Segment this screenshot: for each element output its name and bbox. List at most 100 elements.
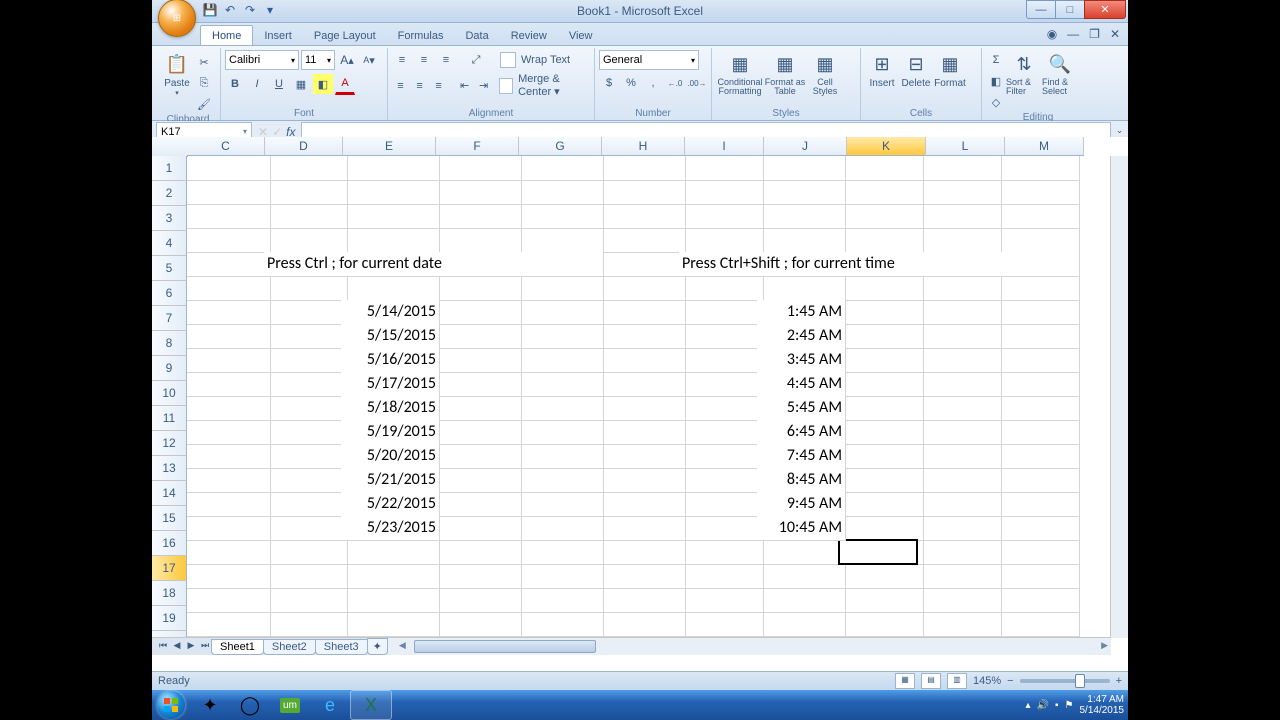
row-header[interactable]: 7 [152,306,187,331]
tab-data[interactable]: Data [454,26,499,45]
sheet-tab-1[interactable]: Sheet1 [211,639,264,655]
cell[interactable] [341,180,440,205]
cell[interactable] [341,228,440,253]
cell[interactable] [995,204,1080,229]
row-header[interactable]: 5 [152,256,187,281]
cell[interactable] [264,228,348,253]
cell[interactable]: 5/20/2015 [341,444,440,469]
cell[interactable] [757,276,846,301]
qat-dropdown-icon[interactable]: ▾ [262,2,278,18]
align-middle-button[interactable]: ≡ [414,50,434,70]
tab-review[interactable]: Review [500,26,558,45]
cell[interactable] [917,540,1002,565]
fill-color-button[interactable]: ◧ [313,74,333,94]
cell[interactable]: 5/21/2015 [341,468,440,493]
merge-center-button[interactable]: Merge & Center ▾ [518,73,590,98]
cell[interactable] [679,276,764,301]
cell[interactable] [679,540,764,565]
cell[interactable] [679,348,764,373]
cell[interactable] [839,300,924,325]
cell[interactable] [433,468,522,493]
row-header[interactable]: 2 [152,181,187,206]
cell[interactable] [995,396,1080,421]
column-header[interactable]: L [926,137,1005,156]
cell[interactable] [917,156,1002,181]
cell[interactable] [433,612,522,637]
cell[interactable] [187,444,271,469]
cell[interactable] [433,300,522,325]
cell[interactable] [839,588,924,613]
cell[interactable] [995,348,1080,373]
cell[interactable] [995,156,1080,181]
cell[interactable] [597,324,686,349]
cell[interactable] [264,348,348,373]
taskbar-item-chrome[interactable]: ◯ [230,691,270,719]
minimize-button[interactable]: — [1026,0,1056,19]
help-icon[interactable]: ◉ [1047,27,1057,41]
tab-page-layout[interactable]: Page Layout [303,26,387,45]
cell[interactable] [995,468,1080,493]
cell[interactable] [839,156,924,181]
zoom-in-button[interactable]: + [1116,675,1122,687]
row-header[interactable]: 14 [152,481,187,506]
cell[interactable] [264,372,348,397]
column-header[interactable]: C [187,137,265,156]
cell[interactable] [995,420,1080,445]
cell[interactable] [839,228,924,253]
cell[interactable] [433,516,522,541]
format-cells-button[interactable]: ▦Format [933,50,967,104]
cell[interactable] [839,420,924,445]
cell[interactable] [341,204,440,229]
cell[interactable] [264,492,348,517]
cell[interactable]: Press Ctrl+Shift ; for current time [679,252,1080,277]
row-header[interactable]: 1 [152,156,187,181]
cell[interactable] [433,324,522,349]
wrap-text-button[interactable]: Wrap Text [521,54,570,66]
cell[interactable] [433,540,522,565]
increase-indent-button[interactable]: ⇥ [475,76,492,96]
sheet-tab-2[interactable]: Sheet2 [263,639,316,655]
cell[interactable] [187,420,271,445]
cell[interactable] [679,228,764,253]
cell[interactable] [187,228,271,253]
page-break-view-button[interactable]: ▥ [947,673,967,689]
row-header[interactable]: 4 [152,231,187,256]
cell[interactable] [839,276,924,301]
cell[interactable] [341,612,440,637]
tray-show-hidden-icon[interactable]: ▴ [1026,700,1031,711]
bold-button[interactable]: B [225,74,245,94]
row-header[interactable]: 19 [152,606,187,631]
cell[interactable] [757,156,846,181]
cell[interactable] [187,540,271,565]
cell[interactable] [679,516,764,541]
cell[interactable] [597,276,686,301]
copy-button[interactable]: ⎘ [194,73,214,93]
cell[interactable] [757,564,846,589]
cell[interactable]: 2:45 AM [757,324,846,349]
grow-font-button[interactable]: A▴ [337,50,357,70]
cell[interactable] [995,444,1080,469]
page-layout-view-button[interactable]: ▤ [921,673,941,689]
cell[interactable] [995,324,1080,349]
cell[interactable]: 5/23/2015 [341,516,440,541]
row-header[interactable]: 18 [152,581,187,606]
cell[interactable] [597,612,686,637]
cell[interactable] [341,156,440,181]
cell[interactable] [839,348,924,373]
cell[interactable] [187,612,271,637]
horizontal-scrollbar[interactable]: ◀ ▶ [396,638,1111,655]
cell[interactable] [433,492,522,517]
cell[interactable] [679,396,764,421]
cell[interactable] [433,396,522,421]
cell[interactable] [597,252,686,277]
wrap-text-checkbox[interactable] [500,52,516,68]
align-right-button[interactable]: ≡ [430,76,447,96]
cell[interactable]: 6:45 AM [757,420,846,445]
cell[interactable] [917,372,1002,397]
row-header[interactable]: 13 [152,456,187,481]
column-header[interactable]: I [685,137,764,156]
cell[interactable]: 8:45 AM [757,468,846,493]
cell[interactable] [917,276,1002,301]
cell[interactable] [187,204,271,229]
cell[interactable] [264,156,348,181]
